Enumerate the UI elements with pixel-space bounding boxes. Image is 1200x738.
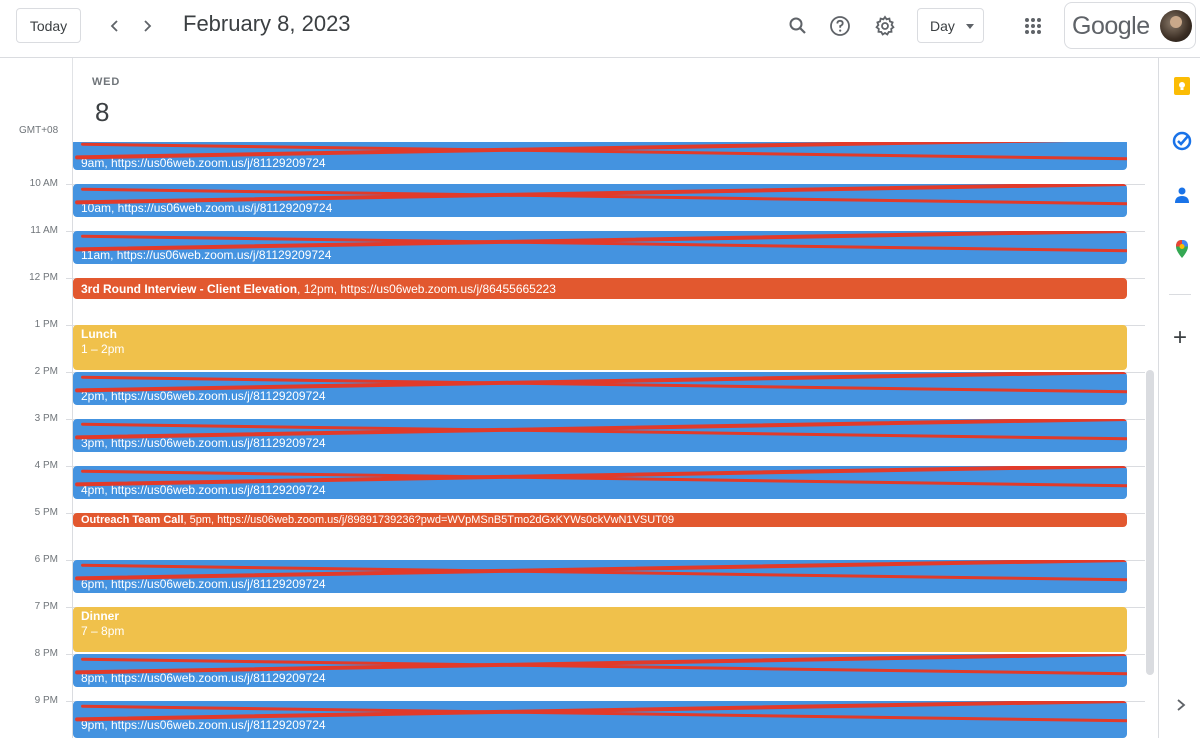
chevron-right-icon[interactable]	[132, 11, 162, 41]
hour-label: 4 PM	[34, 460, 58, 471]
event-title-redacted	[81, 421, 1119, 436]
calendar-event[interactable]: Lunch 1 – 2pm	[73, 325, 1127, 370]
side-panel-divider	[1169, 294, 1191, 295]
today-button[interactable]: Today	[16, 8, 81, 43]
column-divider	[72, 100, 73, 738]
help-icon[interactable]	[826, 12, 854, 40]
hour-label: 7 PM	[34, 601, 58, 612]
event-detail: 11am, https://us06web.zoom.us/j/81129209…	[81, 248, 332, 262]
event-detail: 7 – 8pm	[81, 624, 125, 638]
scrollbar-thumb[interactable]	[1146, 370, 1154, 675]
event-detail: 6pm, https://us06web.zoom.us/j/811292097…	[81, 577, 326, 591]
view-dropdown-label: Day	[930, 17, 955, 34]
apps-icon[interactable]	[1019, 12, 1047, 40]
event-title-redacted	[81, 703, 1119, 718]
hour-label: 9 PM	[34, 695, 58, 706]
event-detail: 9am, https://us06web.zoom.us/j/811292097…	[81, 156, 326, 170]
event-title-redacted	[81, 656, 1119, 671]
expand-icon[interactable]	[1175, 698, 1187, 717]
day-header: WED 8 GMT+08	[0, 58, 1158, 142]
event-title-redacted	[81, 374, 1119, 389]
view-dropdown[interactable]: Day	[917, 8, 984, 43]
event-title: Lunch	[81, 327, 117, 341]
contacts-icon[interactable]	[1172, 185, 1192, 205]
timezone-label: GMT+08	[19, 125, 59, 136]
caret-down-icon	[966, 24, 974, 29]
hour-label: 2 PM	[34, 366, 58, 377]
event-detail: 10am, https://us06web.zoom.us/j/81129209…	[81, 201, 333, 215]
hour-label: 1 PM	[34, 319, 58, 330]
event-title-redacted	[81, 562, 1119, 577]
calendar-event[interactable]: 3pm, https://us06web.zoom.us/j/811292097…	[73, 419, 1127, 452]
day-number[interactable]: 8	[95, 97, 109, 128]
calendar-event[interactable]: Outreach Team Call, 5pm, https://us06web…	[73, 513, 1127, 527]
calendar-event[interactable]: 9am, https://us06web.zoom.us/j/811292097…	[73, 142, 1127, 170]
add-icon[interactable]: +	[1173, 326, 1187, 350]
hour-label: 8 PM	[34, 648, 58, 659]
calendar-event[interactable]: 3rd Round Interview - Client Elevation, …	[73, 278, 1127, 299]
event-title: 3rd Round Interview - Client Elevation	[81, 282, 298, 296]
event-detail: 9pm, https://us06web.zoom.us/j/811292097…	[81, 718, 326, 732]
maps-icon[interactable]	[1172, 239, 1192, 259]
side-panel: +	[1158, 58, 1200, 738]
event-detail: 3pm, https://us06web.zoom.us/j/811292097…	[81, 436, 326, 450]
chevron-left-icon[interactable]	[100, 11, 130, 41]
hour-label: 5 PM	[34, 507, 58, 518]
calendar-event[interactable]: 8pm, https://us06web.zoom.us/j/811292097…	[73, 654, 1127, 687]
calendar-event[interactable]: 4pm, https://us06web.zoom.us/j/811292097…	[73, 466, 1127, 499]
calendar-event[interactable]: 11am, https://us06web.zoom.us/j/81129209…	[73, 231, 1127, 264]
event-detail: , 5pm, https://us06web.zoom.us/j/8989173…	[183, 514, 675, 526]
calendar-event[interactable]: 9pm, https://us06web.zoom.us/j/811292097…	[73, 701, 1127, 738]
event-title-redacted	[81, 186, 1119, 201]
keep-icon[interactable]	[1172, 76, 1192, 96]
google-logo: Google	[1072, 12, 1150, 40]
hour-label: 10 AM	[29, 178, 58, 189]
event-detail: 1 – 2pm	[81, 342, 125, 356]
calendar-event[interactable]: 6pm, https://us06web.zoom.us/j/811292097…	[73, 560, 1127, 593]
account-switcher[interactable]: Google	[1064, 2, 1196, 49]
event-title-redacted	[81, 468, 1119, 483]
event-detail: 8pm, https://us06web.zoom.us/j/811292097…	[81, 671, 326, 685]
hour-label: 11 AM	[30, 225, 58, 236]
event-title: Outreach Team Call	[81, 514, 184, 526]
search-icon[interactable]	[784, 12, 812, 40]
day-of-week: WED	[92, 76, 121, 88]
event-title-redacted	[81, 233, 1119, 248]
top-bar: Today February 8, 2023 Day Google	[0, 0, 1200, 58]
settings-icon[interactable]	[871, 12, 899, 40]
event-detail: 2pm, https://us06web.zoom.us/j/811292097…	[81, 389, 326, 403]
calendar-event[interactable]: 2pm, https://us06web.zoom.us/j/811292097…	[73, 372, 1127, 405]
hour-label: 12 PM	[29, 272, 58, 283]
event-title: Dinner	[81, 609, 120, 623]
hour-label: 3 PM	[34, 413, 58, 424]
event-detail: , 12pm, https://us06web.zoom.us/j/864556…	[297, 282, 556, 296]
calendar-event[interactable]: 10am, https://us06web.zoom.us/j/81129209…	[73, 184, 1127, 217]
day-grid[interactable]: 10 AM 11 AM 12 PM 1 PM 2 PM 3 PM 4 PM 5 PM 6 PM 7…	[0, 142, 1145, 738]
event-detail: 4pm, https://us06web.zoom.us/j/811292097…	[81, 483, 326, 497]
page-title: February 8, 2023	[183, 11, 351, 36]
calendar-event[interactable]: Dinner 7 – 8pm	[73, 607, 1127, 652]
hour-label: 6 PM	[34, 554, 58, 565]
event-title-redacted	[81, 142, 1119, 156]
avatar[interactable]	[1160, 10, 1192, 42]
tasks-icon[interactable]	[1172, 131, 1192, 151]
